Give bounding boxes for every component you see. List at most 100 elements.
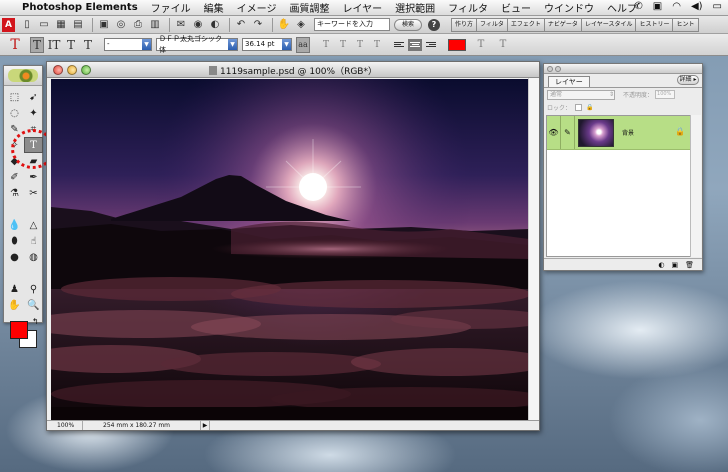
more-options-button[interactable]: 詳細 ▸ [677,75,699,85]
menu-filter[interactable]: フィルタ [448,0,488,15]
step-backward-icon[interactable]: ◐ [208,18,222,32]
well-tab-filters[interactable]: フィルタ [476,18,507,32]
menu-enhance[interactable]: 画質調整 [289,0,329,15]
new-adjustment-layer-icon[interactable]: ◐ [658,261,664,269]
well-tab-navigator[interactable]: ナビゲータ [543,18,581,32]
hand-tool-icon[interactable]: ✋ [5,297,24,313]
volume-icon[interactable]: ◀) [691,1,703,12]
status-menu-arrow[interactable]: ▶ [201,421,210,430]
gradient-tool-icon[interactable]: ✂ [24,185,43,201]
font-size-select[interactable]: 36.14 pt ▼ [242,38,292,51]
sponge-tool-icon[interactable]: ⬮ [5,233,24,249]
quick-fix-icon[interactable]: ✋ [277,18,291,32]
lasso-tool-icon[interactable]: ◌ [5,105,24,121]
search-input[interactable]: キーワードを入力 [314,18,390,31]
save-icon[interactable]: ▣ [97,18,111,32]
visibility-eye-icon[interactable]: 👁 [547,116,561,149]
tab-layers[interactable]: レイヤー [548,76,590,87]
document-vertical-scrollbar[interactable] [528,78,539,422]
palette-collapse-button[interactable] [555,65,561,72]
well-tab-history[interactable]: ヒストリー [635,18,673,32]
wifi-icon[interactable]: ◠ [672,1,681,12]
delete-layer-icon[interactable]: 🗑 [685,261,694,269]
attach-email-icon[interactable]: ✉ [174,18,188,32]
palette-close-button[interactable] [547,65,553,72]
brush-link-icon[interactable]: ✎ [561,116,575,149]
battery-icon[interactable]: ▭ [713,1,722,12]
well-tab-how-to[interactable]: 作り方 [451,18,477,32]
font-family-select[interactable]: ＤＦＰ太丸ゴシック体 ▼ [156,35,238,54]
brush-tool-icon[interactable]: ✐ [5,169,24,185]
elements-eye-logo[interactable] [8,69,38,82]
faux-italic-button[interactable]: T [336,37,350,53]
smudge-tool-icon[interactable]: ☝ [24,233,43,249]
adobe-logo[interactable]: A [2,17,15,32]
browse-icon[interactable]: ▦ [54,18,68,32]
redo-icon[interactable]: ↷ [251,18,265,32]
layers-vertical-scrollbar[interactable] [690,115,701,257]
horizontal-type-button[interactable]: T [30,36,44,53]
new-layer-icon[interactable]: ▣ [671,261,678,269]
horizontal-type-mask-button[interactable]: T [64,37,78,53]
magic-wand-tool-icon[interactable]: ✦ [24,105,43,121]
menu-edit[interactable]: 編集 [204,0,224,15]
open-folder-icon[interactable]: ▭ [37,18,51,32]
document-titlebar[interactable]: 1119sample.psd @ 100%（RGB*） [47,62,539,78]
well-tab-hints[interactable]: ヒント [672,18,699,32]
strikethrough-button[interactable]: T [370,37,384,53]
app-menu[interactable]: Photoshop Elements [22,2,138,13]
type-tool-preset-icon[interactable]: T [8,37,22,53]
layer-row[interactable]: 👁 ✎ 背景 🔒 [547,116,690,150]
text-color-swatch[interactable] [448,38,466,51]
blend-mode-select[interactable]: 通常 ⇕ [547,89,615,100]
text-orientation-icon[interactable]: T [496,37,510,53]
menu-image[interactable]: イメージ [237,0,277,15]
vertical-type-mask-button[interactable]: T [81,37,95,53]
align-left-button[interactable] [392,39,406,51]
warp-text-icon[interactable]: T [474,37,488,53]
lock-transparency-checkbox[interactable] [575,103,583,111]
faux-bold-button[interactable]: T [319,37,333,53]
blur-tool-icon[interactable]: 💧 [5,217,24,233]
sharpen-tool-icon[interactable]: △ [24,217,43,233]
display-icon[interactable]: ▣ [653,1,662,12]
eyedropper-tool-icon[interactable]: ⚲ [24,281,43,297]
toolbox-header[interactable] [4,66,42,86]
clone-stamp-tool-icon[interactable]: ♟ [5,281,24,297]
menu-view[interactable]: ビュー [501,0,531,15]
menu-window[interactable]: ウインドウ [544,0,594,15]
zoom-level[interactable]: 100% [47,421,83,430]
foreground-color-swatch[interactable] [10,321,28,339]
well-tab-layer-styles[interactable]: レイヤースタイル [580,18,636,32]
print-icon[interactable]: ⎙ [131,18,145,32]
menu-help[interactable]: ヘルプ [607,0,637,15]
menu-file[interactable]: ファイル [151,0,191,15]
vertical-type-button[interactable]: IT [47,37,61,53]
layers-palette-titlebar[interactable] [544,64,702,74]
impressionist-brush-icon[interactable]: ✒ [24,169,43,185]
font-style-select[interactable]: - ▼ [104,38,152,51]
search-button[interactable]: 検索 [394,18,422,31]
well-tab-effects[interactable]: エフェクト [506,18,544,32]
phone-icon[interactable]: ✆ [634,1,642,12]
zoom-tool-icon[interactable]: 🔍 [24,297,43,313]
color-variations-icon[interactable]: ◈ [294,18,308,32]
rectangular-marquee-tool-icon[interactable]: ⬚ [5,89,24,105]
save-for-web-icon[interactable]: ◎ [114,18,128,32]
dodge-tool-icon[interactable]: ● [5,249,24,265]
help-icon[interactable]: ? [428,18,440,31]
menu-select[interactable]: 選択範囲 [395,0,435,15]
document-canvas[interactable] [51,79,529,421]
anti-alias-button[interactable]: aa [296,36,310,53]
burn-tool-icon[interactable]: ◍ [24,249,43,265]
swap-colors-icon[interactable]: ↰ [32,317,39,326]
menu-layer[interactable]: レイヤー [342,0,382,15]
online-service-icon[interactable]: ◉ [191,18,205,32]
print-preview-icon[interactable]: ▥ [148,18,162,32]
align-right-button[interactable] [424,39,438,51]
new-file-icon[interactable]: ▯ [20,18,34,32]
move-tool-icon[interactable]: ➹ [24,89,43,105]
import-icon[interactable]: ▤ [71,18,85,32]
paint-bucket-tool-icon[interactable]: ⚗ [5,185,24,201]
align-center-button[interactable] [408,38,422,51]
